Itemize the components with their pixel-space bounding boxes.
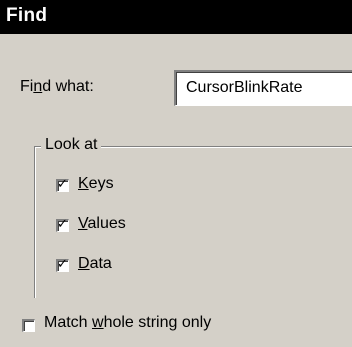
values-label-text: alues (87, 215, 126, 232)
keys-label-text: eys (88, 175, 114, 192)
data-label-mnemonic: D (78, 255, 90, 272)
match-whole-string-checkbox[interactable] (22, 319, 35, 332)
match-whole-label-part: hole string only (103, 314, 212, 331)
check-mark-icon: ✓ (57, 177, 68, 192)
keys-label-mnemonic: K (78, 175, 89, 192)
find-what-label-part: Fi (20, 78, 34, 95)
look-at-legend: Look at (41, 136, 102, 154)
check-mark-icon: ✓ (57, 257, 68, 272)
find-dialog: Find Find what: CursorBlinkRate Look at … (0, 0, 352, 347)
find-what-input-value: CursorBlinkRate (186, 79, 303, 96)
keys-label[interactable]: Keys (78, 175, 114, 193)
match-whole-string-label[interactable]: Match whole string only (44, 314, 211, 332)
data-checkbox[interactable]: ✓ (56, 257, 69, 272)
match-whole-label-part: Match (44, 314, 93, 331)
values-checkbox[interactable]: ✓ (56, 217, 69, 232)
find-what-label-mnemonic: n (33, 78, 43, 95)
title-bar[interactable]: Find (0, 0, 352, 34)
find-what-label: Find what: (20, 78, 94, 96)
find-what-input[interactable]: CursorBlinkRate (174, 70, 352, 106)
find-what-label-part: d what: (42, 78, 94, 95)
keys-checkbox[interactable]: ✓ (56, 177, 69, 192)
data-label[interactable]: Data (78, 255, 112, 273)
dialog-title: Find (6, 5, 48, 26)
values-label[interactable]: Values (78, 215, 126, 233)
match-whole-label-mnemonic: w (92, 314, 104, 331)
check-mark-icon: ✓ (57, 217, 68, 232)
data-label-text: ata (89, 255, 112, 272)
